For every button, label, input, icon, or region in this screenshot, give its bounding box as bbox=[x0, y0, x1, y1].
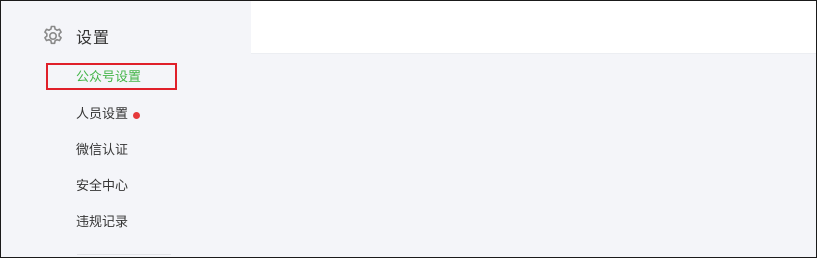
sidebar-item-label: 公众号设置 bbox=[76, 70, 142, 85]
sidebar: 设置 公众号设置 人员设置 微信认证 安全中心 违规记录 bbox=[1, 1, 251, 257]
sidebar-section-settings: 设置 bbox=[41, 23, 110, 49]
sidebar-item-security-center[interactable]: 安全中心 bbox=[76, 177, 128, 197]
gear-icon bbox=[41, 24, 65, 48]
sidebar-item-label: 违规记录 bbox=[76, 215, 129, 230]
sidebar-item-account-settings[interactable]: 公众号设置 bbox=[76, 68, 141, 88]
sidebar-item-label: 安全中心 bbox=[76, 179, 129, 194]
sidebar-item-violation-records[interactable]: 违规记录 bbox=[76, 213, 128, 233]
main-content-panel bbox=[251, 1, 816, 54]
sidebar-item-label: 人员设置 bbox=[76, 107, 129, 122]
notification-dot bbox=[133, 111, 141, 119]
window-frame: 设置 公众号设置 人员设置 微信认证 安全中心 违规记录 bbox=[0, 0, 817, 258]
sidebar-item-wechat-verification[interactable]: 微信认证 bbox=[76, 141, 128, 161]
sidebar-item-label: 微信认证 bbox=[76, 143, 129, 158]
section-title: 设置 bbox=[76, 28, 111, 47]
divider bbox=[77, 254, 171, 255]
sidebar-item-staff-settings[interactable]: 人员设置 bbox=[76, 105, 141, 125]
